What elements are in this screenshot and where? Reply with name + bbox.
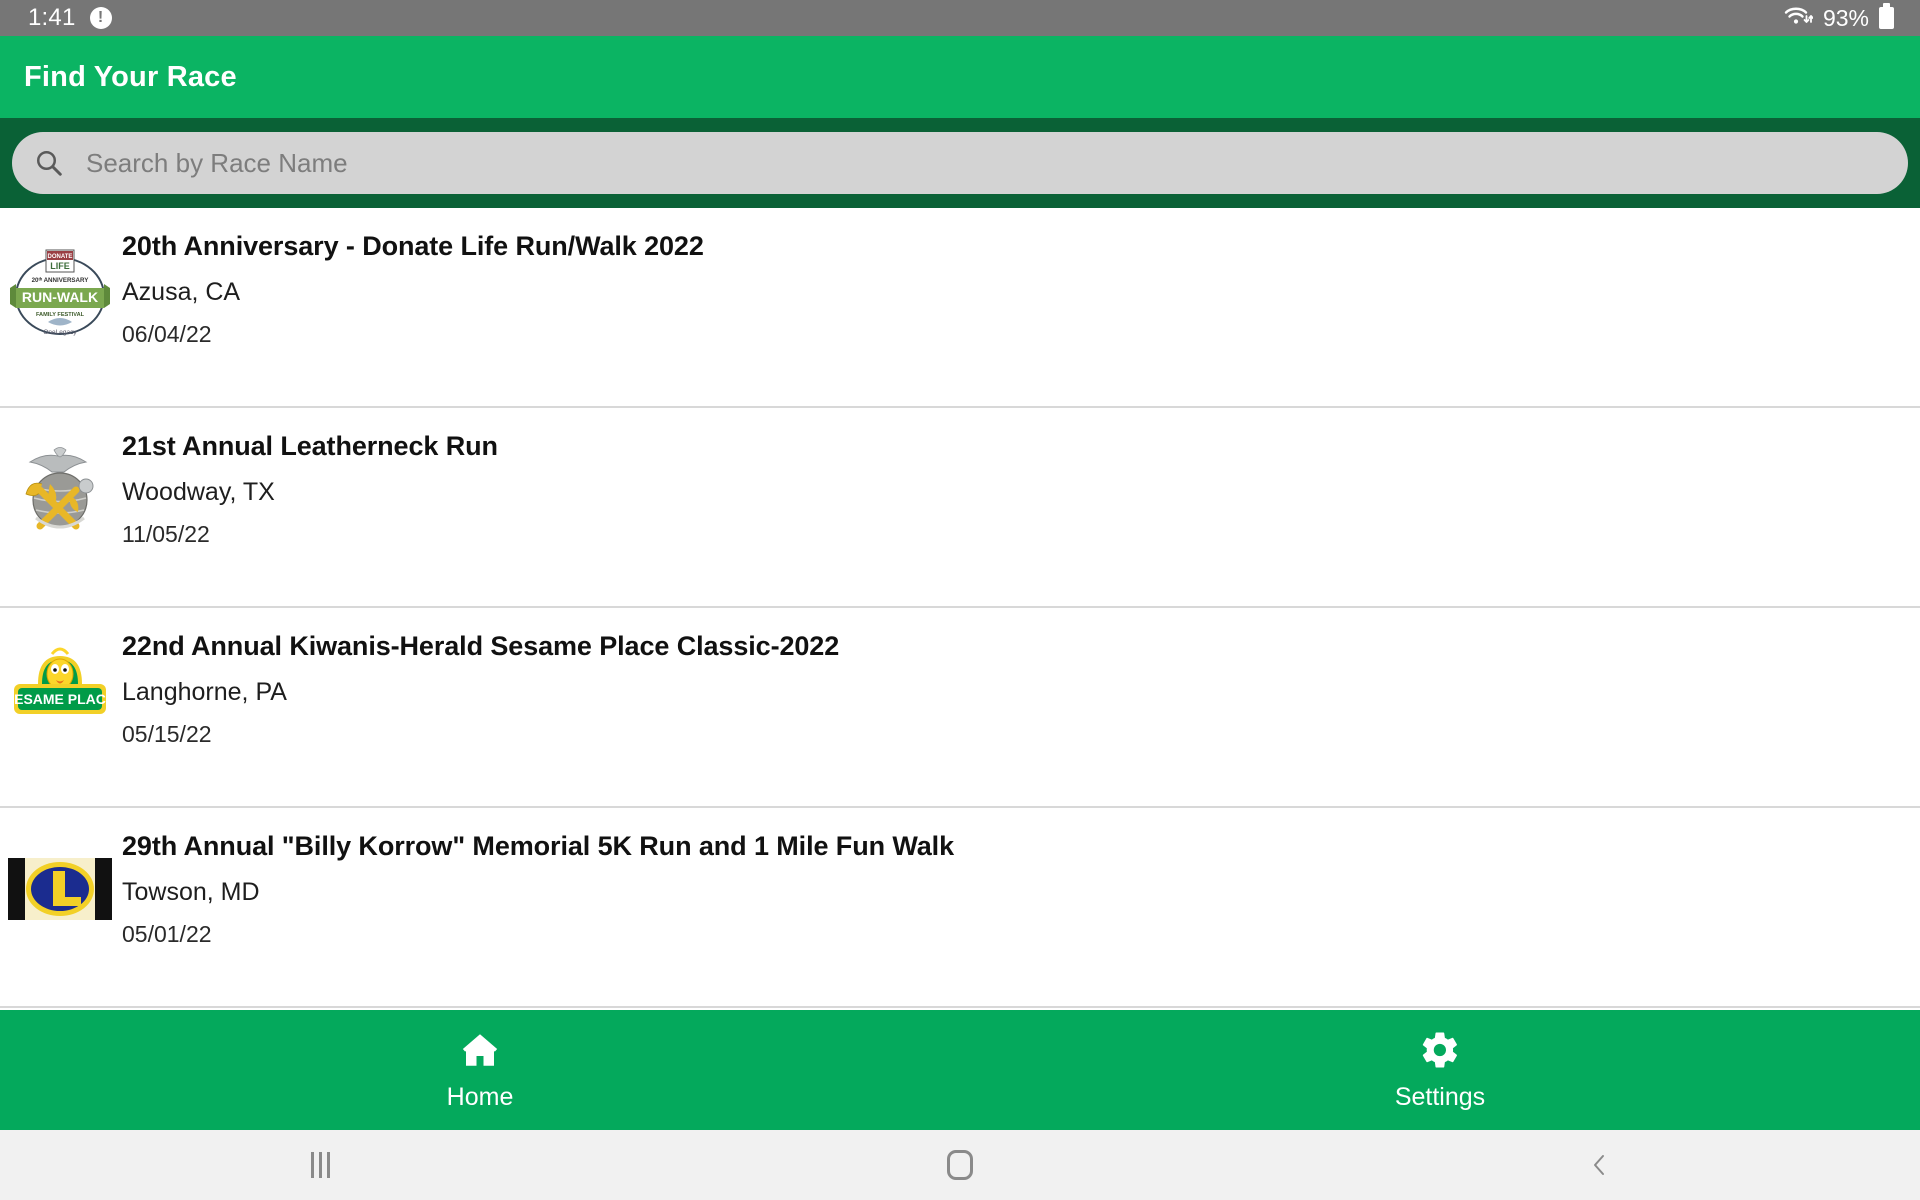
svg-text:SESAME PLACE: SESAME PLACE: [8, 691, 112, 707]
svg-text:FAMILY FESTIVAL: FAMILY FESTIVAL: [36, 312, 85, 318]
tab-settings[interactable]: Settings: [960, 1010, 1920, 1130]
race-item-text: 21st Annual Leatherneck Run Woodway, TX …: [122, 408, 498, 550]
app-root: 1:41 ! 93% Find Your Race Search by Race…: [0, 0, 1920, 1200]
app-bar: Find Your Race: [0, 36, 1920, 118]
svg-text:20ᵗʰ ANNIVERSARY: 20ᵗʰ ANNIVERSARY: [32, 277, 90, 284]
race-list-item[interactable]: SESAME PLACE 22nd Annual Kiwanis-Herald …: [0, 608, 1920, 808]
race-title: 20th Anniversary - Donate Life Run/Walk …: [122, 231, 704, 261]
race-date: 11/05/22: [122, 521, 210, 548]
race-title: 21st Annual Leatherneck Run: [122, 431, 498, 461]
marine-corps-eagle-globe-anchor-logo: [8, 438, 112, 542]
race-list-item[interactable]: 29th Annual "Billy Korrow" Memorial 5K R…: [0, 808, 1920, 1008]
status-bar-left: 1:41 !: [28, 4, 112, 32]
bottom-tab-bar: Home Settings: [0, 1010, 1920, 1130]
race-item-text: 20th Anniversary - Donate Life Run/Walk …: [122, 208, 704, 350]
status-bar-right: 93%: [1783, 3, 1894, 33]
race-date: 06/04/22: [122, 321, 212, 348]
svg-text:RUN-WALK: RUN-WALK: [22, 289, 98, 305]
race-date: 05/01/22: [122, 921, 212, 948]
sesame-place-logo: SESAME PLACE: [5, 638, 115, 742]
donate-life-run-walk-logo: DONATE LIFE 20ᵗʰ ANNIVERSARY RUN-WALK FA…: [8, 238, 112, 342]
race-city: Towson, MD: [122, 877, 260, 906]
svg-text:OneLegacy: OneLegacy: [43, 329, 77, 336]
race-title: 29th Annual "Billy Korrow" Memorial 5K R…: [122, 831, 955, 861]
svg-text:LIFE: LIFE: [50, 261, 70, 271]
status-clock: 1:41: [28, 4, 76, 31]
battery-icon: [1879, 3, 1894, 29]
search-input[interactable]: [86, 147, 1811, 179]
race-date: 05/15/22: [122, 721, 212, 748]
page-title: Find Your Race: [24, 60, 237, 93]
android-status-bar: 1:41 ! 93%: [0, 0, 1920, 36]
race-item-text: 29th Annual "Billy Korrow" Memorial 5K R…: [122, 808, 954, 950]
race-city: Woodway, TX: [122, 477, 275, 506]
gear-icon: [1419, 1029, 1461, 1071]
race-city: Langhorne, PA: [122, 677, 287, 706]
lions-club-logo: [8, 838, 112, 942]
battery-percent-label: 93%: [1822, 4, 1869, 31]
android-nav-bar: [0, 1130, 1920, 1200]
race-list[interactable]: DONATE LIFE 20ᵗʰ ANNIVERSARY RUN-WALK FA…: [0, 208, 1920, 1010]
alert-circle-icon: !: [89, 7, 112, 29]
svg-text:DONATE: DONATE: [48, 254, 73, 260]
tab-home[interactable]: Home: [0, 1010, 960, 1130]
wifi-transfer-icon: [1783, 4, 1814, 33]
search-bar-container: [0, 118, 1920, 208]
tab-settings-label: Settings: [1394, 1082, 1486, 1111]
race-list-item[interactable]: 21st Annual Leatherneck Run Woodway, TX …: [0, 408, 1920, 608]
search-icon: [34, 148, 64, 178]
home-circle-icon[interactable]: [640, 1150, 1280, 1180]
tab-home-label: Home: [446, 1082, 514, 1111]
search-box[interactable]: [12, 132, 1908, 194]
race-title: 22nd Annual Kiwanis-Herald Sesame Place …: [122, 631, 840, 661]
recent-apps-icon[interactable]: [0, 1152, 640, 1178]
race-list-item[interactable]: DONATE LIFE 20ᵗʰ ANNIVERSARY RUN-WALK FA…: [0, 208, 1920, 408]
race-city: Azusa, CA: [122, 277, 241, 306]
race-item-text: 22nd Annual Kiwanis-Herald Sesame Place …: [122, 608, 839, 750]
chevron-left-icon[interactable]: [1280, 1153, 1920, 1177]
home-icon: [459, 1029, 501, 1071]
